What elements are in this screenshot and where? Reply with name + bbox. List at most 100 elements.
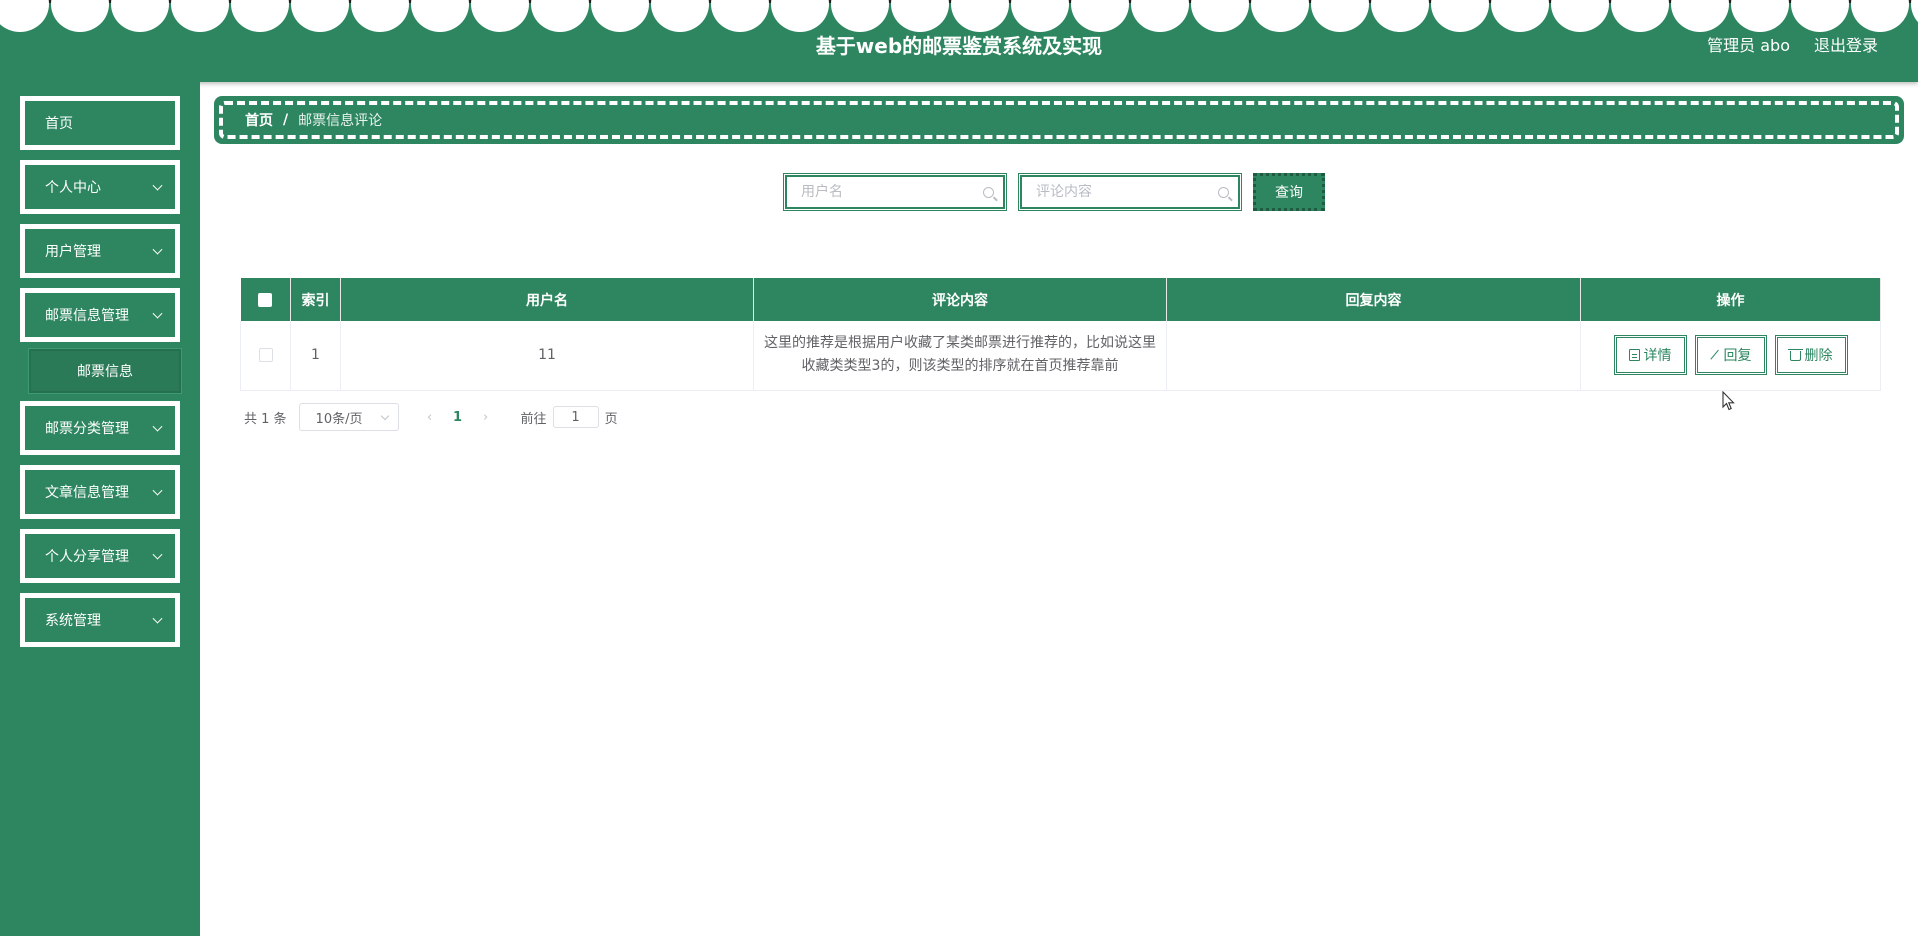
header-user-area: 管理员 abo 退出登录 xyxy=(1707,32,1878,56)
search-icon xyxy=(983,187,994,198)
page-size-select[interactable]: 10条/页 xyxy=(298,403,399,431)
scallop-shape xyxy=(891,0,949,32)
chevron-down-icon xyxy=(152,244,163,255)
pagination: 共 1 条 10条/页 ‹ 1 › 前往 页 xyxy=(244,403,622,431)
scallop-shape xyxy=(351,0,409,32)
detail-button-label: 详情 xyxy=(1643,348,1672,365)
sidebar-item-personal-center[interactable]: 个人中心 xyxy=(20,160,180,214)
column-header-reply: 回复内容 xyxy=(1166,278,1581,321)
delete-button[interactable]: 删除 xyxy=(1774,335,1848,376)
sidebar-item-personal-share-management[interactable]: 个人分享管理 xyxy=(20,529,180,583)
select-all-header xyxy=(240,278,291,321)
scallop-shape xyxy=(1431,0,1489,32)
select-all-checkbox[interactable] xyxy=(258,292,273,307)
scallop-shape xyxy=(831,0,889,32)
scallop-shape xyxy=(591,0,649,32)
sidebar-subitem-stamp-info[interactable]: 邮票信息 xyxy=(28,348,182,394)
chevron-down-icon xyxy=(152,308,163,319)
page-number-current[interactable]: 1 xyxy=(443,410,473,425)
chevron-down-icon xyxy=(380,411,389,421)
scallop-shape xyxy=(711,0,769,32)
row-select-cell xyxy=(240,321,291,391)
breadcrumb-home-link[interactable]: 首页 xyxy=(245,110,273,130)
scallop-shape xyxy=(1071,0,1129,32)
admin-user-label[interactable]: 管理员 abo xyxy=(1707,32,1790,56)
reply-button[interactable]: 回复 xyxy=(1694,335,1767,376)
username-search-input[interactable] xyxy=(786,176,1004,208)
scallop-shape xyxy=(1311,0,1369,32)
goto-page: 前往 页 xyxy=(517,406,622,428)
chevron-down-icon xyxy=(152,485,163,496)
sidebar-item-home[interactable]: 首页 xyxy=(20,96,180,150)
sidebar-item-label: 文章信息管理 xyxy=(45,485,129,501)
detail-button[interactable]: 详情 xyxy=(1613,335,1687,376)
pagination-total: 共 1 条 xyxy=(244,411,287,427)
next-page-button[interactable]: › xyxy=(473,410,499,425)
column-header-username: 用户名 xyxy=(340,278,754,321)
comment-search-field xyxy=(1018,173,1242,211)
sidebar-item-label: 个人中心 xyxy=(45,180,101,196)
page-size-value: 10条/页 xyxy=(315,411,363,427)
chevron-down-icon xyxy=(152,613,163,624)
scallop-shape xyxy=(1131,0,1189,32)
scallop-shape xyxy=(411,0,469,32)
column-header-index: 索引 xyxy=(290,278,341,321)
scallop-shape xyxy=(1671,0,1729,32)
scallop-shape xyxy=(1371,0,1429,32)
app-title: 基于web的邮票鉴赏系统及实现 xyxy=(815,34,1103,58)
logout-link[interactable]: 退出登录 xyxy=(1814,32,1878,56)
sidebar-item-stamp-info-management[interactable]: 邮票信息管理 xyxy=(20,288,180,342)
chevron-down-icon xyxy=(152,421,163,432)
scallop-shape xyxy=(1791,0,1849,32)
scallop-shape xyxy=(1251,0,1309,32)
sidebar-item-article-management[interactable]: 文章信息管理 xyxy=(20,465,180,519)
top-header: 基于web的邮票鉴赏系统及实现 管理员 abo 退出登录 xyxy=(0,0,1918,82)
scallop-shape xyxy=(1851,0,1909,32)
scallop-shape xyxy=(1191,0,1249,32)
trash-icon xyxy=(1787,349,1803,362)
scallop-shape xyxy=(171,0,229,32)
scallop-shape xyxy=(471,0,529,32)
goto-page-input[interactable] xyxy=(552,406,599,428)
scallop-shape xyxy=(1011,0,1069,32)
scallop-shape xyxy=(771,0,829,32)
username-search-field xyxy=(783,173,1007,211)
row-action-buttons: 详情 回复 删除 xyxy=(1581,335,1880,376)
sidebar-subitem-label: 邮票信息 xyxy=(77,364,133,380)
breadcrumb-current: 邮票信息评论 xyxy=(298,113,383,129)
column-header-comment: 评论内容 xyxy=(753,278,1167,321)
row-username-cell: 11 xyxy=(340,321,754,391)
row-actions-cell: 详情 回复 删除 xyxy=(1580,321,1881,391)
scallop-shape xyxy=(0,0,49,32)
sidebar-item-user-management[interactable]: 用户管理 xyxy=(20,224,180,278)
table-header-row: 索引 用户名 评论内容 回复内容 操作 xyxy=(240,278,1881,321)
prev-page-button[interactable]: ‹ xyxy=(417,410,443,425)
breadcrumb: 首页 / 邮票信息评论 xyxy=(219,101,1899,139)
goto-prefix: 前往 xyxy=(520,411,547,427)
document-icon xyxy=(1628,349,1640,362)
sidebar-item-label: 邮票信息管理 xyxy=(45,308,129,324)
table-row: 1 11 这里的推荐是根据用户收藏了某类邮票进行推荐的，比如说这里收藏类类型3的… xyxy=(240,321,1881,391)
comment-search-input[interactable] xyxy=(1021,176,1239,208)
row-checkbox[interactable] xyxy=(258,348,273,363)
scallop-shape xyxy=(951,0,1009,32)
sidebar-item-label: 个人分享管理 xyxy=(45,549,129,565)
row-comment-cell: 这里的推荐是根据用户收藏了某类邮票进行推荐的，比如说这里收藏类类型3的，则该类型… xyxy=(753,321,1167,391)
sidebar-item-system-management[interactable]: 系统管理 xyxy=(20,593,180,647)
scallop-shape xyxy=(231,0,289,32)
scallop-shape xyxy=(1491,0,1549,32)
sidebar-item-label: 用户管理 xyxy=(45,244,101,260)
reply-button-label: 回复 xyxy=(1723,348,1752,365)
mouse-cursor-icon xyxy=(1722,391,1735,411)
scallop-shape xyxy=(1911,0,1918,23)
edit-icon xyxy=(1709,350,1720,361)
scallop-shape xyxy=(111,0,169,32)
query-button[interactable]: 查询 xyxy=(1253,173,1325,211)
scallop-shape xyxy=(291,0,349,32)
scallop-shape xyxy=(1551,0,1609,32)
goto-suffix: 页 xyxy=(604,411,618,427)
scallop-shape xyxy=(1611,0,1669,32)
chevron-down-icon xyxy=(152,549,163,560)
sidebar-item-stamp-category-management[interactable]: 邮票分类管理 xyxy=(20,401,180,455)
sidebar-item-label: 邮票分类管理 xyxy=(45,421,129,437)
